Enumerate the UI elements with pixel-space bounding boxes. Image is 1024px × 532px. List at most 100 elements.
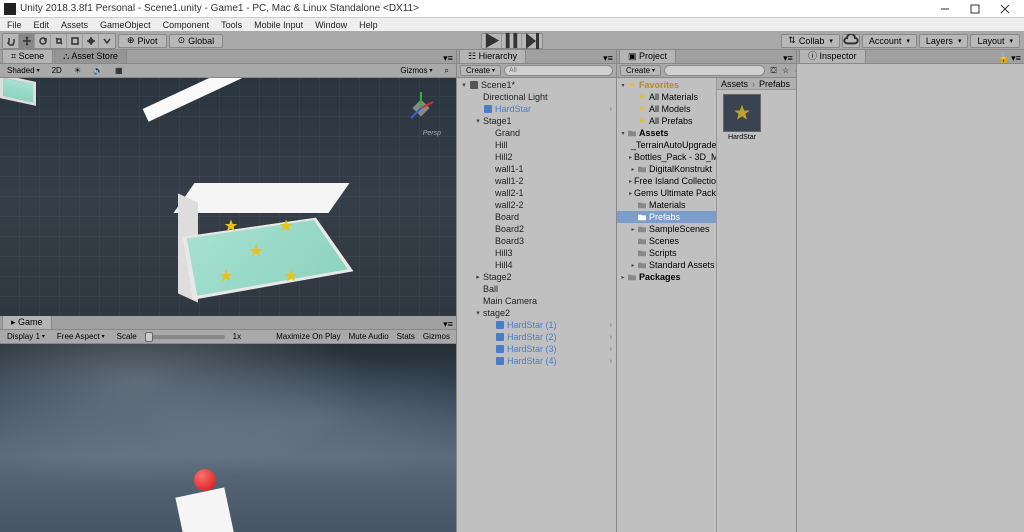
expand-toggle[interactable]: ▾ xyxy=(473,117,483,125)
hierarchy-item[interactable]: wall2-1 xyxy=(457,187,616,199)
pivot-toggle[interactable]: ⊕Pivot xyxy=(118,34,167,48)
hierarchy-item[interactable]: HardStar (4)› xyxy=(457,355,616,367)
mute-toggle[interactable]: Mute Audio xyxy=(346,332,392,341)
expand-toggle[interactable]: ▾ xyxy=(619,130,627,137)
expand-toggle[interactable]: ▾ xyxy=(619,82,627,89)
game-viewport[interactable] xyxy=(0,344,456,532)
project-tree-item[interactable]: ▾Assets xyxy=(617,127,716,139)
scale-slider[interactable] xyxy=(145,335,225,339)
expand-toggle[interactable]: ▾ xyxy=(459,81,469,89)
move-tool[interactable] xyxy=(19,34,35,48)
hierarchy-item[interactable]: HardStar› xyxy=(457,103,616,115)
expand-toggle[interactable]: ▸ xyxy=(629,226,637,233)
prefab-arrow-icon[interactable]: › xyxy=(610,358,612,365)
tab-scene[interactable]: ⌗ Scene xyxy=(2,49,53,63)
pause-button[interactable] xyxy=(502,34,522,48)
hierarchy-item[interactable]: Hill2 xyxy=(457,151,616,163)
panel-menu-icon[interactable]: ▾≡ xyxy=(603,53,613,63)
project-tree-item[interactable]: Materials xyxy=(617,199,716,211)
hierarchy-item[interactable]: HardStar (1)› xyxy=(457,319,616,331)
tab-game[interactable]: ▸ Game xyxy=(2,315,52,329)
menu-gameobject[interactable]: GameObject xyxy=(95,20,156,30)
expand-toggle[interactable]: ▸ xyxy=(629,178,632,185)
orientation-gizmo[interactable] xyxy=(401,88,441,128)
hand-tool[interactable] xyxy=(3,34,19,48)
hierarchy-item[interactable]: wall1-1 xyxy=(457,163,616,175)
menu-mobile-input[interactable]: Mobile Input xyxy=(249,20,308,30)
scale-tool[interactable] xyxy=(51,34,67,48)
project-tree-item[interactable]: ▸DigitalKonstrukt xyxy=(617,163,716,175)
expand-toggle[interactable]: ▸ xyxy=(629,262,637,269)
hierarchy-item[interactable]: ▾Stage1 xyxy=(457,115,616,127)
menu-component[interactable]: Component xyxy=(158,20,215,30)
breadcrumb-assets[interactable]: Assets xyxy=(721,79,748,89)
hierarchy-item[interactable]: Grand xyxy=(457,127,616,139)
project-tree-item[interactable]: ▸Standard Assets xyxy=(617,259,716,271)
hierarchy-item[interactable]: HardStar (2)› xyxy=(457,331,616,343)
expand-toggle[interactable]: ▸ xyxy=(473,273,483,281)
project-tree-item[interactable]: ▾Favorites xyxy=(617,79,716,91)
layers-dropdown[interactable]: Layers xyxy=(919,34,969,48)
account-dropdown[interactable]: Account xyxy=(862,34,917,48)
project-tree-item[interactable]: ▸Free Island Collection xyxy=(617,175,716,187)
panel-menu-icon[interactable]: ▾≡ xyxy=(783,53,793,63)
project-tree-item[interactable]: All Models xyxy=(617,103,716,115)
hierarchy-item[interactable]: Hill4 xyxy=(457,259,616,271)
aspect-dropdown[interactable]: Free Aspect xyxy=(53,332,109,341)
expand-toggle[interactable]: ▸ xyxy=(629,154,632,161)
project-tree-item[interactable]: Prefabs xyxy=(617,211,716,223)
hierarchy-search[interactable] xyxy=(504,65,613,76)
play-button[interactable] xyxy=(482,34,502,48)
hierarchy-item[interactable]: Board xyxy=(457,211,616,223)
panel-menu-icon[interactable]: ▾≡ xyxy=(1011,53,1021,63)
filter-icon[interactable]: ⛋ xyxy=(768,65,779,76)
hierarchy-item[interactable]: wall2-2 xyxy=(457,199,616,211)
hierarchy-item[interactable]: ▸Stage2 xyxy=(457,271,616,283)
hierarchy-item[interactable]: Board3 xyxy=(457,235,616,247)
hierarchy-item[interactable]: Main Camera xyxy=(457,295,616,307)
project-tree-item[interactable]: All Prefabs xyxy=(617,115,716,127)
asset-item[interactable]: HardStar xyxy=(721,94,763,141)
close-button[interactable] xyxy=(990,0,1020,18)
collab-dropdown[interactable]: ⇅Collab xyxy=(781,34,840,48)
gizmos-dropdown[interactable]: Gizmos xyxy=(396,66,436,75)
hierarchy-create-button[interactable]: Create xyxy=(460,65,501,76)
rotate-tool[interactable] xyxy=(35,34,51,48)
hierarchy-item[interactable]: Ball xyxy=(457,283,616,295)
custom-tool[interactable] xyxy=(99,34,115,48)
breadcrumb-prefabs[interactable]: Prefabs xyxy=(759,79,790,89)
tab-project[interactable]: ▣ Project xyxy=(619,49,676,63)
cloud-button[interactable] xyxy=(842,34,860,48)
tab-hierarchy[interactable]: ☷ Hierarchy xyxy=(459,49,526,63)
project-tree-item[interactable]: ▸Bottles_Pack - 3D_Models xyxy=(617,151,716,163)
display-dropdown[interactable]: Display 1 xyxy=(3,332,49,341)
expand-toggle[interactable]: ▾ xyxy=(473,309,483,317)
maximize-button[interactable] xyxy=(960,0,990,18)
project-tree-item[interactable]: ▸Packages xyxy=(617,271,716,283)
menu-file[interactable]: File xyxy=(2,20,27,30)
2d-toggle[interactable]: 2D xyxy=(48,66,66,75)
hierarchy-item[interactable]: Board2 xyxy=(457,223,616,235)
rect-tool[interactable] xyxy=(67,34,83,48)
tab-asset-store[interactable]: ⛬ Asset Store xyxy=(54,49,127,63)
favorite-icon[interactable]: ☆ xyxy=(780,65,791,76)
stats-toggle[interactable]: Stats xyxy=(394,332,418,341)
menu-edit[interactable]: Edit xyxy=(29,20,55,30)
hierarchy-item[interactable]: Directional Light xyxy=(457,91,616,103)
scale-handle[interactable] xyxy=(145,332,153,342)
prefab-arrow-icon[interactable]: › xyxy=(610,346,612,353)
expand-toggle[interactable]: ▸ xyxy=(629,190,632,197)
project-tree-item[interactable]: Scripts xyxy=(617,247,716,259)
project-tree-item[interactable]: ▸SampleScenes xyxy=(617,223,716,235)
maximize-toggle[interactable]: Maximize On Play xyxy=(273,332,343,341)
menu-window[interactable]: Window xyxy=(310,20,352,30)
prefab-arrow-icon[interactable]: › xyxy=(610,322,612,329)
panel-menu-icon[interactable]: ▾≡ xyxy=(443,53,453,63)
lighting-icon[interactable]: ☀ xyxy=(70,66,85,75)
project-tree-item[interactable]: _TerrainAutoUpgrade xyxy=(617,139,716,151)
panel-menu-icon[interactable]: ▾≡ xyxy=(443,319,453,329)
hierarchy-item[interactable]: HardStar (3)› xyxy=(457,343,616,355)
audio-icon[interactable]: 🔊 xyxy=(89,66,107,75)
hierarchy-scene-root[interactable]: ▾ Scene1* xyxy=(457,79,616,91)
lock-icon[interactable]: 🔒 xyxy=(999,53,1009,63)
